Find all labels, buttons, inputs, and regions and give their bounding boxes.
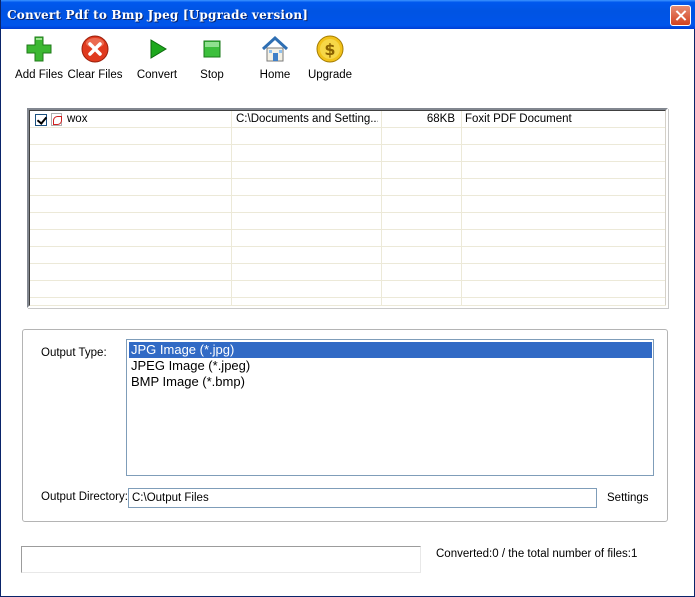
toolbar-separator: [125, 33, 126, 81]
home-button[interactable]: Home: [253, 32, 297, 84]
close-button[interactable]: [670, 5, 691, 26]
home-label: Home: [259, 69, 291, 81]
progress-bar: [21, 546, 421, 573]
file-list-inner: wox C:\Documents and Setting... 68KB Fox…: [29, 110, 666, 306]
settings-button[interactable]: Settings: [607, 492, 649, 504]
stop-label: Stop: [200, 69, 224, 81]
output-directory-label: Output Directory:: [41, 491, 128, 503]
file-path: C:\Documents and Setting...: [236, 113, 378, 125]
output-type-option-jpeg[interactable]: JPEG Image (*.jpeg): [129, 358, 652, 374]
clear-files-label: Clear Files: [67, 69, 123, 81]
empty-row: [30, 213, 665, 230]
output-directory-field[interactable]: C:\Output Files: [128, 488, 597, 508]
app-window: Convert Pdf to Bmp Jpeg [Upgrade version…: [0, 0, 695, 597]
empty-row: [30, 145, 665, 162]
empty-row: [30, 230, 665, 247]
title-bar[interactable]: Convert Pdf to Bmp Jpeg [Upgrade version…: [1, 0, 695, 29]
file-checkbox[interactable]: [35, 114, 47, 126]
pdf-file-icon: [51, 113, 62, 126]
output-type-option-bmp[interactable]: BMP Image (*.bmp): [129, 374, 652, 390]
empty-row: [30, 196, 665, 213]
stop-square-icon: [203, 40, 221, 58]
file-type: Foxit PDF Document: [465, 113, 572, 125]
empty-row: [30, 264, 665, 281]
house-icon: [261, 35, 289, 62]
output-type-list[interactable]: JPG Image (*.jpg) JPEG Image (*.jpeg) BM…: [126, 339, 654, 476]
empty-row: [30, 128, 665, 145]
convert-label: Convert: [136, 69, 178, 81]
upgrade-label: Upgrade: [307, 69, 353, 81]
toolbar: Add Files Clear Files Convert Stop Home …: [1, 29, 694, 87]
play-icon: [150, 39, 167, 59]
file-size: 68KB: [426, 113, 455, 125]
convert-button[interactable]: Convert: [134, 32, 180, 84]
horizontal-scrollbar[interactable]: [30, 305, 666, 306]
empty-row: [30, 247, 665, 264]
column-divider: [666, 111, 667, 305]
svg-text:$: $: [324, 40, 335, 59]
output-type-option-jpg[interactable]: JPG Image (*.jpg): [129, 342, 652, 358]
clear-files-button[interactable]: Clear Files: [67, 32, 123, 84]
upgrade-button[interactable]: $ Upgrade: [306, 32, 354, 84]
empty-row: [30, 179, 665, 196]
empty-row: [30, 162, 665, 179]
add-files-button[interactable]: Add Files: [14, 32, 64, 84]
add-files-label: Add Files: [15, 69, 63, 81]
window-title: Convert Pdf to Bmp Jpeg [Upgrade version…: [7, 8, 309, 22]
stop-button[interactable]: Stop: [191, 32, 233, 84]
status-text: Converted:0 / the total number of files:…: [436, 548, 638, 560]
file-row[interactable]: wox C:\Documents and Setting... 68KB Fox…: [30, 111, 665, 128]
toolbar-separator: [243, 33, 244, 81]
empty-row: [30, 281, 665, 298]
x-circle-icon: [81, 35, 109, 63]
file-list[interactable]: wox C:\Documents and Setting... 68KB Fox…: [27, 108, 668, 308]
file-name: wox: [67, 113, 88, 125]
plus-icon: [26, 36, 52, 62]
dollar-coin-icon: $: [316, 35, 344, 63]
output-type-label: Output Type:: [41, 347, 107, 359]
